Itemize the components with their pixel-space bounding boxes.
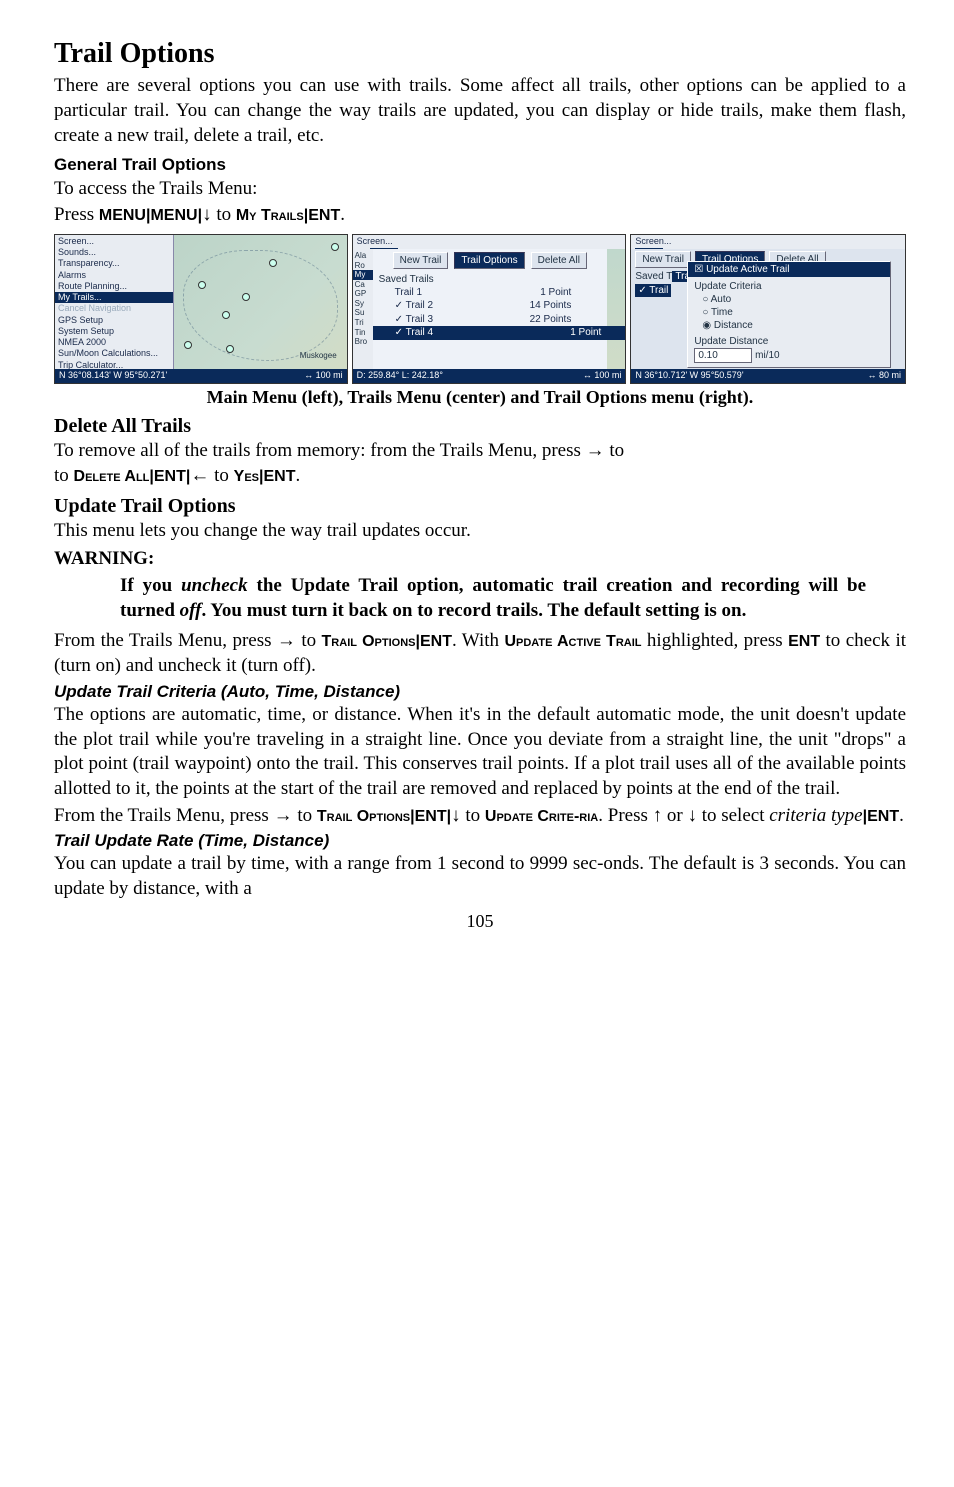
screenshot-caption: Main Menu (left), Trails Menu (center) a… bbox=[54, 386, 906, 409]
screenshot-trail-options: Screen...Trails New Trail Trail Options … bbox=[630, 234, 906, 384]
screenshot-trails-menu: Screen...So Trails AlaRo My CaGP SySu Tr… bbox=[352, 234, 627, 384]
rate-paragraph: You can update a trail by time, with a r… bbox=[54, 852, 906, 901]
heading-delete-all-trails: Delete All Trails bbox=[54, 413, 906, 439]
heading-warning: WARNING: bbox=[54, 547, 906, 572]
trail-options-panel: ☒ Update Active Trail Update Criteria Au… bbox=[687, 261, 891, 368]
heading-update-criteria: Update Trail Criteria (Auto, Time, Dista… bbox=[54, 681, 906, 703]
heading-update-trail-options: Update Trail Options bbox=[54, 493, 906, 519]
from-trails-2: From the Trails Menu, press → to Trail O… bbox=[54, 804, 906, 829]
main-menu-panel: Screen... Sounds... Transparency... Alar… bbox=[55, 235, 174, 383]
page-number: 105 bbox=[54, 910, 906, 933]
statusbar-right: N 36°10.712' W 95°50.579' ↔ 80 mi bbox=[631, 369, 905, 383]
from-trails-1: From the Trails Menu, press → to Trail O… bbox=[54, 629, 906, 678]
update-active-trail-checkbox[interactable]: ☒ Update Active Trail bbox=[688, 262, 890, 277]
btn-new-trail[interactable]: New Trail bbox=[393, 252, 449, 269]
criteria-paragraph: The options are automatic, time, or dist… bbox=[54, 703, 906, 802]
radio-auto[interactable]: Auto bbox=[702, 293, 884, 306]
radio-distance[interactable]: Distance bbox=[702, 319, 884, 332]
access-line: To access the Trails Menu: bbox=[54, 177, 906, 202]
intro-paragraph: There are several options you can use wi… bbox=[54, 74, 906, 148]
heading-trail-options: Trail Options bbox=[54, 36, 906, 72]
screenshot-row: Screen... Sounds... Transparency... Alar… bbox=[54, 234, 906, 384]
delete-all-paragraph: To remove all of the trails from memory:… bbox=[54, 439, 906, 488]
radio-time[interactable]: Time bbox=[702, 306, 884, 319]
statusbar-center: D: 259.84° L: 242.18° ↔ 100 mi bbox=[353, 369, 626, 383]
saved-trails-list: Trail 11 Point Trail 214 Points Trail 32… bbox=[373, 286, 608, 340]
screenshot-main-menu: Screen... Sounds... Transparency... Alar… bbox=[54, 234, 348, 384]
map-area bbox=[174, 235, 347, 383]
heading-update-rate: Trail Update Rate (Time, Distance) bbox=[54, 830, 906, 852]
update-paragraph: This menu lets you change the way trail … bbox=[54, 519, 906, 544]
main-menu-highlight: My Trails... bbox=[55, 292, 173, 303]
warning-block: If you uncheck the Update Trail option, … bbox=[120, 574, 866, 623]
btn-trail-options[interactable]: Trail Options bbox=[454, 252, 524, 269]
update-distance-field[interactable]: 0.10 bbox=[694, 348, 752, 363]
press-menu-line: Press MENU|MENU|↓ to My Trails|ENT. bbox=[54, 203, 906, 228]
statusbar-left: N 36°08.143' W 95°50.271' ↔ 100 mi bbox=[55, 369, 347, 383]
btn-delete-all[interactable]: Delete All bbox=[531, 252, 587, 269]
heading-general-trail-options: General Trail Options bbox=[54, 154, 906, 176]
